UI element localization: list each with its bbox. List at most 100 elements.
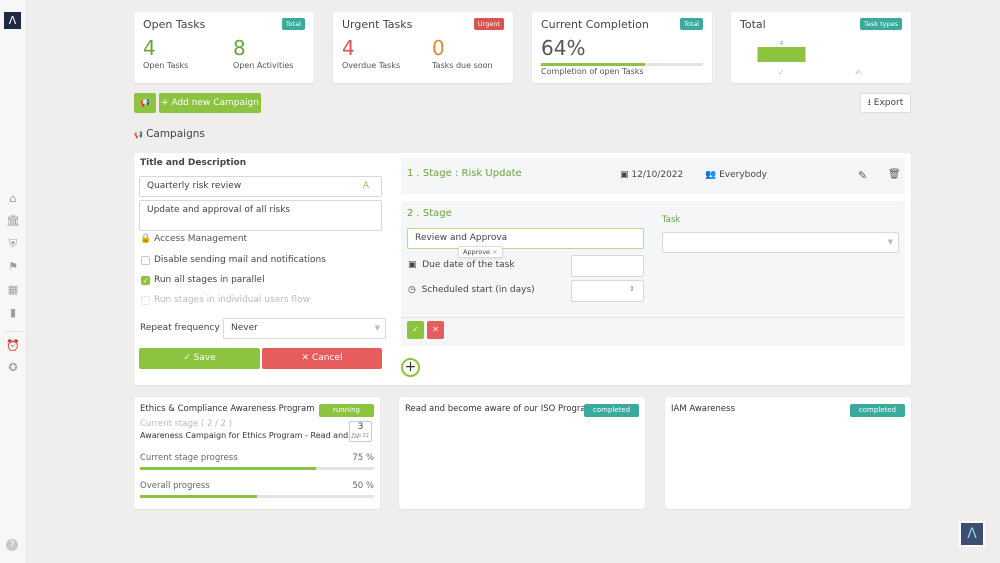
calendar-day: 3 (357, 422, 364, 432)
alarm-icon[interactable]: ⏰ (5, 338, 21, 354)
current-stage-label: Current stage ( 2 / 2 ) (140, 419, 233, 429)
home-icon[interactable]: ⌂ (5, 191, 21, 207)
sidebar: Λ ⌂ 🏛 ⛨ ⚑ ▦ ▮ ⏰ ✪ ? (0, 0, 27, 563)
bar-label: 4 (780, 40, 784, 47)
stage-1-date-value: 12/10/2022 (631, 170, 684, 180)
completion-value: 64% (541, 36, 586, 60)
assistant-logo-button[interactable]: Λ (959, 521, 985, 547)
campaign-title: Read and become aware of our ISO Program (405, 404, 594, 414)
open-activities-value: 8 (233, 36, 246, 60)
stage-1-audience: 👥 Everybody (705, 170, 767, 180)
overall-progress-value: 50 % (352, 481, 374, 491)
due-soon-value: 0 (432, 36, 445, 60)
individual-flow-checkbox[interactable] (141, 296, 150, 305)
chevron-down-icon: ▼ (887, 238, 893, 246)
stage-2-editor: 2 . Stage Review and Approva Approve × T… (401, 201, 905, 346)
disable-mail-checkbox[interactable] (141, 256, 150, 265)
suggestion-text: Approve (463, 248, 491, 256)
institution-icon[interactable]: 🏛 (5, 213, 21, 229)
kpi-open-tasks: Open Tasks Total 4 Open Tasks 8 Open Act… (134, 12, 314, 83)
title-description-heading: Title and Description (140, 158, 247, 168)
cancel-button[interactable]: ✕ Cancel (262, 348, 382, 369)
due-date-label: Due date of the task (422, 260, 515, 270)
sidebar-divider (4, 331, 22, 332)
current-stage-name: Awareness Campaign for Ethics Program - … (140, 431, 359, 440)
signature-icon: ✍ (855, 68, 862, 77)
discard-stage-button[interactable]: ✕ (427, 321, 444, 339)
kpi-title: Current Completion (541, 18, 649, 31)
task-label: Task (662, 215, 681, 225)
repeat-frequency-select[interactable]: Never ▼ (223, 318, 386, 339)
megaphone-icon: 📢 (134, 131, 143, 139)
task-select[interactable]: ▼ (662, 232, 899, 253)
confirm-stage-button[interactable]: ✓ (407, 321, 424, 339)
app-logo[interactable]: Λ (4, 12, 21, 29)
stage-progress-fill (140, 467, 316, 470)
stage-name-input[interactable]: Review and Approva (407, 228, 644, 249)
stage-1-date: ▣ 12/10/2022 (620, 170, 683, 180)
save-button[interactable]: ✓ Save (139, 348, 260, 369)
calendar-month: Feb 22 (352, 433, 369, 439)
shield-icon[interactable]: ⛨ (5, 236, 21, 252)
add-campaign-button[interactable]: + Add new Campaign (159, 93, 261, 113)
completion-label: Completion of open Tasks (541, 67, 644, 76)
stage-progress-bar (140, 467, 374, 470)
due-date-row: ▣ Due date of the task (408, 260, 515, 270)
add-stage-button[interactable]: + (401, 358, 420, 377)
calendar-badge: 3 Feb 22 (349, 421, 372, 442)
kpi-title: Total (740, 18, 766, 31)
campaigns-title: Campaigns (146, 128, 205, 140)
completion-progress-fill (541, 63, 645, 66)
campaign-title-value: Quarterly risk review (147, 181, 242, 191)
spinner-icon[interactable]: ⇕ (629, 285, 635, 293)
campaign-title-input[interactable]: Quarterly risk review A (139, 176, 382, 197)
campaign-card[interactable]: Read and become aware of our ISO Program… (399, 397, 645, 509)
campaign-description-textarea[interactable]: Update and approval of all risks (139, 200, 382, 231)
scheduled-start-input[interactable]: ⇕ (571, 280, 644, 302)
puzzle-icon[interactable]: ▦ (5, 282, 21, 298)
megaphone-icon: 📢 (140, 98, 150, 107)
access-management[interactable]: 🔒 Access Management (140, 234, 247, 244)
calendar-icon: ▣ (408, 260, 417, 270)
task-types-chart: 4 ✓ ✍ (757, 40, 862, 77)
autocomplete-suggestion[interactable]: Approve × (458, 246, 503, 258)
campaign-title: Ethics & Compliance Awareness Program (140, 404, 315, 414)
parallel-stages-checkbox[interactable]: ✓ (141, 276, 150, 285)
people-icon: 👥 (705, 170, 717, 180)
scheduled-start-row: ◷ Scheduled start (in days) (408, 285, 535, 295)
chart-icon[interactable]: ▮ (5, 305, 21, 321)
overall-progress-fill (140, 495, 257, 498)
kpi-title: Open Tasks (143, 18, 206, 31)
download-icon: ⭳ (867, 98, 871, 108)
status-badge: completed (850, 404, 905, 417)
close-icon: ✕ (432, 325, 439, 334)
campaigns-heading: 📢 Campaigns (134, 128, 205, 140)
divider (401, 317, 905, 318)
export-button[interactable]: ⭳ Export (860, 93, 911, 113)
scheduled-start-label: Scheduled start (in days) (421, 285, 535, 295)
stage-1-title: 1 . Stage : Risk Update (407, 168, 522, 179)
status-badge: running (319, 404, 374, 417)
close-icon[interactable]: × (492, 248, 497, 256)
access-management-label: Access Management (154, 234, 248, 244)
due-date-input[interactable] (571, 255, 644, 277)
kpi-title: Urgent Tasks (342, 18, 413, 31)
repeat-frequency-value: Never (231, 323, 258, 333)
check-icon: ✓ (778, 68, 785, 77)
help-icon[interactable]: ? (6, 539, 18, 551)
stage-1-row: 1 . Stage : Risk Update ▣ 12/10/2022 👥 E… (401, 158, 905, 194)
stage-2-title: 2 . Stage (407, 208, 452, 219)
flag-icon[interactable]: ⚑ (5, 259, 21, 275)
campaign-icon-button[interactable]: 📢 (134, 93, 156, 113)
campaign-card[interactable]: Ethics & Compliance Awareness Program ru… (134, 397, 380, 509)
due-soon-label: Tasks due soon (432, 61, 493, 70)
edit-icon[interactable]: ✎ (858, 169, 867, 182)
overdue-tasks-label: Overdue Tasks (342, 61, 401, 70)
trash-icon[interactable]: 🗑 (888, 169, 901, 180)
plus-icon: + (404, 359, 417, 375)
open-activities-label: Open Activities (233, 61, 294, 70)
text-format-icon[interactable]: A (363, 177, 369, 196)
lock-icon: 🔒 (140, 234, 152, 244)
star-icon[interactable]: ✪ (5, 360, 21, 376)
campaign-card[interactable]: IAM Awareness completed (665, 397, 911, 509)
